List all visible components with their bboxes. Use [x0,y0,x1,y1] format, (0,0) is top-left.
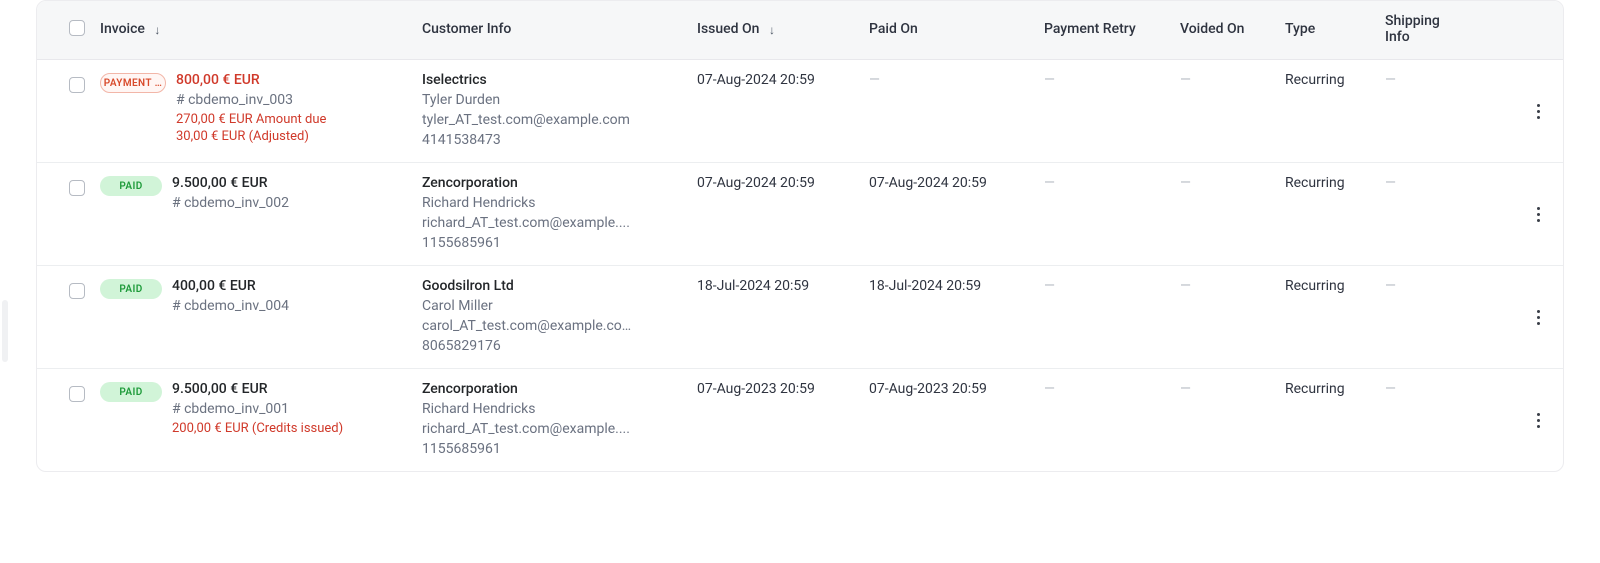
paid-on: 18-Jul-2024 20:59 [869,278,981,294]
shipping-info: — [1385,278,1396,294]
invoice-number: # cbdemo_inv_004 [172,298,289,314]
voided-on: — [1180,72,1191,88]
status-badge: PAID [100,279,162,299]
amount-due: 270,00 € EUR Amount due [176,112,326,127]
col-header-retry[interactable]: Payment Retry [1044,9,1180,51]
credits-issued: 200,00 € EUR (Credits issued) [172,421,343,436]
table-row[interactable]: PAID 400,00 € EUR # cbdemo_inv_004 Goodsilr… [37,266,1563,369]
col-header-shipping[interactable]: Shipping Info [1385,1,1475,59]
amount-adjusted: 30,00 € EUR (Adjusted) [176,129,326,144]
voided-on: — [1180,381,1191,397]
table-row[interactable]: PAID 9.500,00 € EUR # cbdemo_inv_001 200,00… [37,369,1563,471]
customer-company: Iselectrics [422,72,685,88]
col-header-type[interactable]: Type [1285,9,1385,51]
customer-contact: Richard Hendricks [422,401,685,417]
customer-contact: Tyler Durden [422,92,685,108]
col-header-voided[interactable]: Voided On [1180,9,1285,51]
issued-on: 07-Aug-2023 20:59 [697,381,815,397]
payment-retry: — [1044,381,1055,397]
invoice-number: # cbdemo_inv_002 [172,195,289,211]
invoice-amount: 400,00 € EUR [172,278,289,294]
customer-contact: Richard Hendricks [422,195,685,211]
row-checkbox[interactable] [69,283,85,299]
invoice-type: Recurring [1285,72,1345,88]
customer-phone: 1155685961 [422,235,685,251]
issued-on: 07-Aug-2024 20:59 [697,175,815,191]
issued-on: 07-Aug-2024 20:59 [697,72,815,88]
paid-on: — [869,72,880,88]
invoice-type: Recurring [1285,175,1345,191]
shipping-info: — [1385,381,1396,397]
issued-on: 18-Jul-2024 20:59 [697,278,809,294]
status-badge: PAID [100,176,162,196]
customer-email: richard_AT_test.com@example.... [422,421,632,437]
voided-on: — [1180,175,1191,191]
status-badge: PAID [100,382,162,402]
invoice-type: Recurring [1285,381,1345,397]
paid-on: 07-Aug-2024 20:59 [869,175,987,191]
col-header-invoice-label: Invoice [100,21,145,37]
customer-contact: Carol Miller [422,298,685,314]
invoice-number: # cbdemo_inv_003 [176,92,326,108]
customer-phone: 8065829176 [422,338,685,354]
paid-on: 07-Aug-2023 20:59 [869,381,987,397]
customer-email: carol_AT_test.com@example.com [422,318,632,334]
customer-email: tyler_AT_test.com@example.com [422,112,632,128]
table-header: Invoice ↓ Customer Info Issued On ↓ Paid… [37,1,1563,60]
sort-indicator-icon: ↓ [769,24,775,36]
payment-retry: — [1044,278,1055,294]
row-checkbox[interactable] [69,77,85,93]
payment-retry: — [1044,72,1055,88]
invoice-number: # cbdemo_inv_001 [172,401,343,417]
invoice-amount: 9.500,00 € EUR [172,175,289,191]
col-header-issued[interactable]: Issued On ↓ [697,9,869,51]
table-row[interactable]: PAYMENT … 800,00 € EUR # cbdemo_inv_003 270… [37,60,1563,163]
row-checkbox[interactable] [69,180,85,196]
payment-retry: — [1044,175,1055,191]
invoice-type: Recurring [1285,278,1345,294]
sort-indicator-icon: ↓ [154,24,160,36]
invoice-amount: 9.500,00 € EUR [172,381,343,397]
table-row[interactable]: PAID 9.500,00 € EUR # cbdemo_inv_002 Zencor… [37,163,1563,266]
status-badge: PAYMENT … [100,73,166,93]
col-header-customer[interactable]: Customer Info [422,9,697,51]
col-header-invoice[interactable]: Invoice ↓ [100,9,422,51]
shipping-info: — [1385,72,1396,88]
invoice-amount: 800,00 € EUR [176,72,326,88]
customer-phone: 1155685961 [422,441,685,457]
table-body: PAYMENT … 800,00 € EUR # cbdemo_inv_003 270… [37,60,1563,471]
col-header-paid[interactable]: Paid On [869,9,1044,51]
shipping-info: — [1385,175,1396,191]
row-more-button[interactable] [1527,306,1549,328]
select-all-checkbox[interactable] [69,20,85,36]
customer-company: Zencorporation [422,381,685,397]
voided-on: — [1180,278,1191,294]
customer-email: richard_AT_test.com@example.... [422,215,632,231]
row-more-button[interactable] [1527,203,1549,225]
customer-company: Zencorporation [422,175,685,191]
scrollbar-handle[interactable] [2,300,8,362]
row-more-button[interactable] [1527,100,1549,122]
customer-company: Goodsilron Ltd [422,278,685,294]
row-more-button[interactable] [1527,409,1549,431]
customer-phone: 4141538473 [422,132,685,148]
invoice-table: Invoice ↓ Customer Info Issued On ↓ Paid… [36,0,1564,472]
row-checkbox[interactable] [69,386,85,402]
